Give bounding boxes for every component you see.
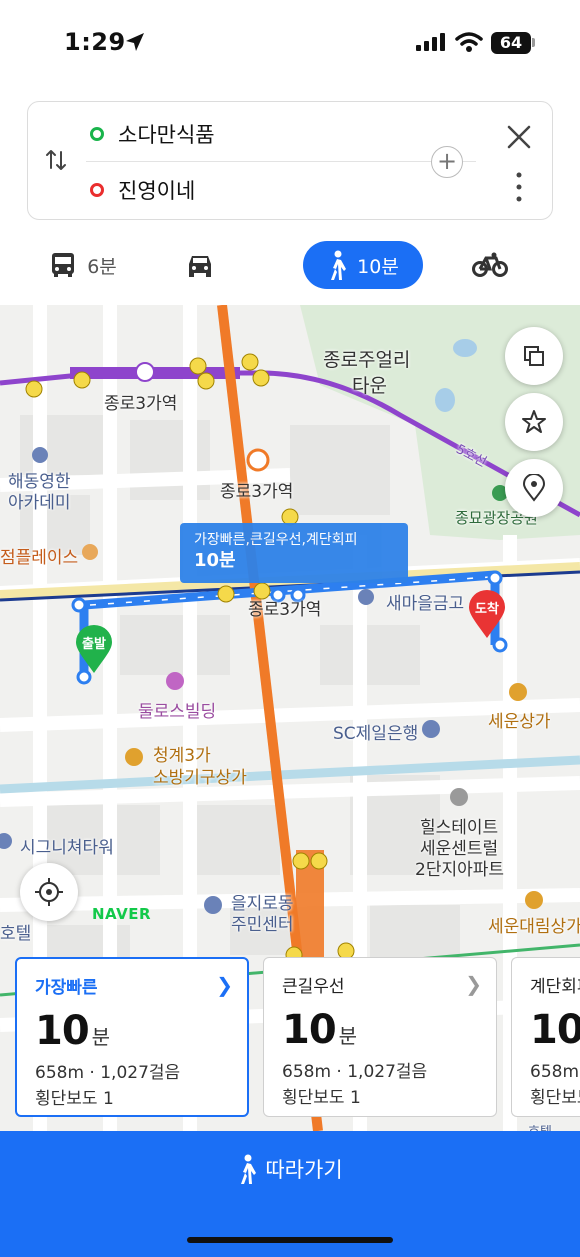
route-minutes-unit: 분: [338, 1024, 358, 1048]
map-label-haedong-2: 아카데미: [8, 493, 71, 513]
transport-mode-tabs: 6분 10분: [0, 238, 580, 298]
map-layers-button[interactable]: [505, 327, 563, 385]
end-pin[interactable]: 도착: [468, 590, 506, 640]
walk-icon: [241, 1154, 257, 1184]
chevron-right-icon: ❯: [465, 972, 482, 996]
map-label-jongno-jewelry: 종로주얼리: [323, 349, 411, 371]
crosshair-icon: [35, 878, 63, 906]
tab-bike[interactable]: [470, 241, 520, 289]
route-card-main-road[interactable]: 큰길우선 ❯ 10 분 658m · 1,027걸음 횡단보도 1: [263, 957, 497, 1117]
route-crossings: 횡단보도 1: [35, 1089, 114, 1109]
map-label-dulo: 둘로스빌딩: [138, 702, 217, 722]
map-label-jongno3ga-station: 종로3가역: [104, 394, 178, 414]
current-location-button[interactable]: [20, 863, 78, 921]
bicycle-icon: [472, 252, 508, 277]
map-label-sewoon-mall: 세운상가: [488, 712, 551, 732]
star-icon: [522, 410, 546, 433]
more-options-icon[interactable]: [510, 170, 528, 204]
favorite-button[interactable]: [505, 393, 563, 451]
tab-walk[interactable]: 10분: [303, 241, 423, 289]
route-name: 가장빠른: [35, 978, 98, 998]
walk-icon: [331, 250, 347, 280]
map-label-cheonggye-2: 소방기구상가: [153, 768, 247, 788]
route-crossings: 횡단보도 1: [530, 1088, 580, 1108]
chevron-right-icon: ❯: [216, 973, 233, 997]
location-arrow-icon: [126, 33, 144, 51]
tab-car[interactable]: [180, 241, 230, 289]
car-icon: [189, 256, 211, 277]
origin-dot-icon: [90, 127, 104, 141]
route-tooltip-time: 10분: [194, 550, 236, 571]
route-crossings: 횡단보도 1: [282, 1088, 361, 1108]
wifi-icon: [455, 32, 483, 52]
route-tooltip-options: 가장빠른,큰길우선,계단회피: [194, 532, 358, 548]
tab-bus-label: 6분: [87, 255, 117, 278]
cellular-signal-icon: [416, 33, 445, 51]
route-search-card: 소다만식품 + 진영이네: [27, 101, 553, 220]
origin-text: 소다만식품: [118, 123, 215, 147]
route-minutes: 10: [282, 1007, 337, 1053]
add-waypoint-button[interactable]: +: [431, 146, 463, 178]
start-pin[interactable]: 출발: [75, 625, 113, 675]
naver-watermark: NAVER: [92, 905, 152, 923]
map-label-jongno-jewelry-2: 타운: [352, 375, 387, 397]
map-label-saemaeul: 새마을금고: [386, 594, 465, 614]
status-time: 1:29: [64, 28, 126, 56]
route-minutes: 10: [35, 1008, 90, 1054]
map-label-jongno3ga-station: 종로3가역: [220, 482, 294, 502]
map-label-signature: 시그니쳐타워: [20, 838, 114, 858]
swap-icon[interactable]: [44, 148, 68, 172]
end-pin-label: 도착: [475, 602, 499, 617]
route-card-avoid-stairs[interactable]: 계단회피 10 분 658m · 1,027걸음 횡단보도 1: [511, 957, 580, 1117]
home-indicator: [187, 1237, 393, 1243]
location-pin-button[interactable]: [505, 459, 563, 517]
map-label-hotel: 호텔: [0, 924, 32, 944]
route-duration: 10 분: [282, 1007, 478, 1053]
map-label-jeomplace: 점플레이스: [0, 548, 79, 568]
tab-bus[interactable]: 6분: [38, 241, 128, 289]
route-minutes: 10: [530, 1007, 580, 1053]
route-duration: 10 분: [35, 1008, 229, 1054]
route-name: 큰길우선: [282, 977, 345, 997]
destination-text: 진영이네: [118, 179, 196, 203]
route-distance-steps: 658m · 1,027걸음: [530, 1062, 580, 1082]
route-duration: 10 분: [530, 1007, 580, 1053]
map-label-hillstate-3: 2단지아파트: [415, 860, 505, 880]
battery-tip: [532, 38, 535, 47]
follow-button-label: 따라가기: [265, 1158, 343, 1182]
location-pin-icon: [522, 474, 546, 502]
map-label-sewoon-daerim: 세운대림상가: [488, 917, 580, 937]
route-tooltip[interactable]: 가장빠른,큰길우선,계단회피 10분: [180, 523, 408, 583]
tab-walk-label: 10분: [357, 255, 399, 278]
origin-field[interactable]: 소다만식품: [90, 114, 215, 154]
map-label-jongno3ga-station: 종로3가역: [248, 600, 322, 620]
start-pin-label: 출발: [82, 637, 106, 652]
battery-icon: 64: [491, 32, 531, 54]
route-name: 계단회피: [530, 977, 580, 997]
bus-icon: [52, 253, 75, 277]
map-label-euljiro-2: 주민센터: [231, 915, 294, 935]
destination-dot-icon: [90, 183, 104, 197]
status-bar: 1:29 64: [0, 0, 580, 88]
route-distance-steps: 658m · 1,027걸음: [282, 1062, 428, 1082]
route-distance-steps: 658m · 1,027걸음: [35, 1063, 181, 1083]
route-minutes-unit: 분: [91, 1025, 111, 1049]
map-label-sc-bank: SC제일은행: [333, 724, 419, 744]
layers-icon: [524, 346, 544, 366]
close-icon[interactable]: [504, 122, 534, 152]
field-divider: [86, 161, 476, 162]
destination-field[interactable]: 진영이네: [90, 170, 195, 210]
map-label-hotel: 호텔: [528, 1121, 552, 1131]
route-card-fastest[interactable]: 가장빠른 ❯ 10 분 658m · 1,027걸음 횡단보도 1: [15, 957, 249, 1117]
